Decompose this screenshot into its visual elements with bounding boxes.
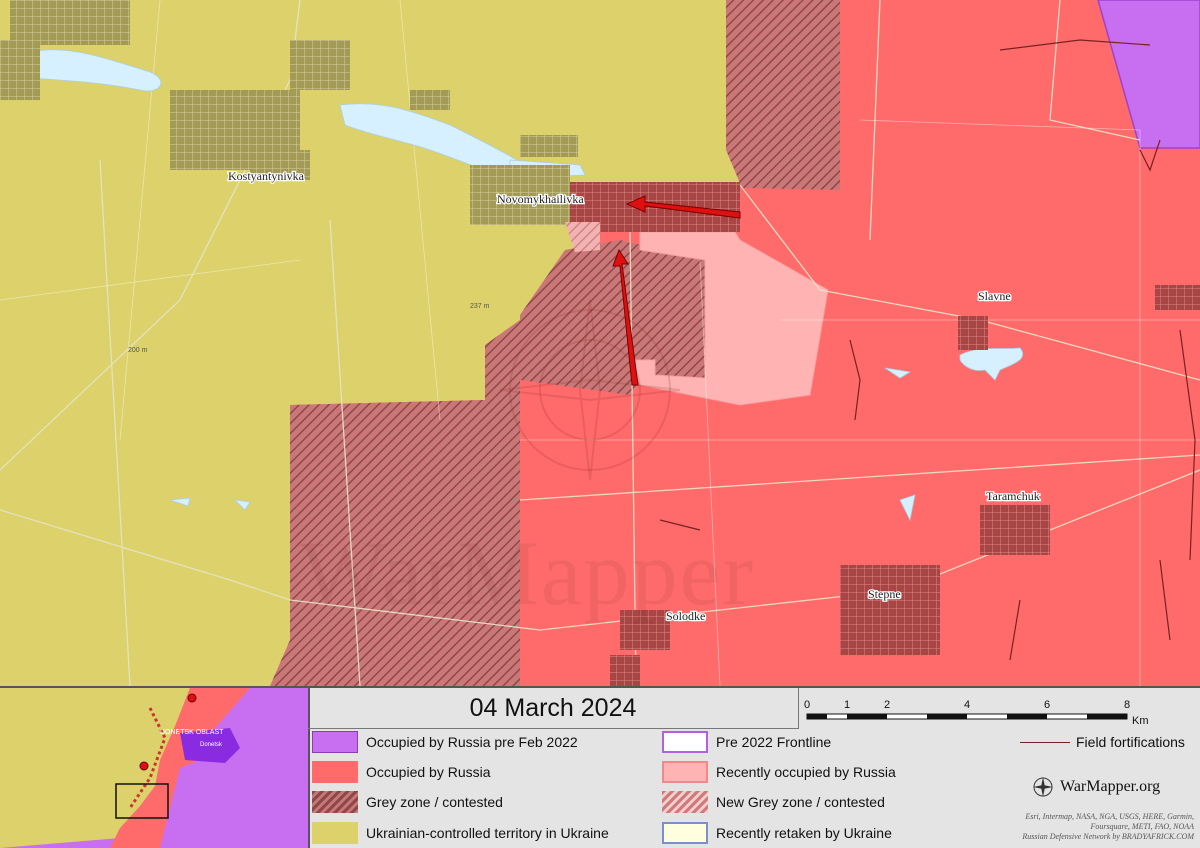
scale-tick: 2 <box>884 699 890 711</box>
legend-swatch <box>312 761 358 783</box>
place-label-novomykhailivka: Novomykhailivka <box>497 192 584 206</box>
scale-tick: 8 <box>1124 699 1130 711</box>
map-date: 04 March 2024 <box>308 688 799 729</box>
legend-item-occupied: Occupied by Russia <box>312 761 491 783</box>
watermark: WarMapper <box>300 522 756 624</box>
legend-swatch <box>312 731 358 753</box>
scale-tick: 4 <box>964 699 970 711</box>
place-label-slavne: Slavne <box>978 289 1011 303</box>
place-label-kostyantynivka: Kostyantynivka <box>228 169 305 183</box>
scale-unit: Km <box>1132 715 1149 727</box>
legend-item-field-fortifications: Field fortifications <box>1020 734 1185 750</box>
legend-swatch <box>662 791 708 813</box>
elevation-label: 200 m <box>128 347 148 354</box>
place-label-taramchuk: Taramchuk <box>986 489 1040 503</box>
legend-swatch <box>662 731 708 753</box>
scale-bar: 0 1 2 4 6 8 Km <box>804 699 1149 727</box>
legend-item-new-grey-zone: New Grey zone / contested <box>662 791 885 813</box>
legend-swatch <box>662 761 708 783</box>
inset-map[interactable]: DONETSK OBLAST Donetsk <box>0 688 310 848</box>
scale-tick: 6 <box>1044 699 1050 711</box>
inset-label-donetsk: Donetsk <box>200 742 223 748</box>
legend-item-pre2022-frontline: Pre 2022 Frontline <box>662 731 831 753</box>
scale-tick: 1 <box>844 699 850 711</box>
inset-label-oblast: DONETSK OBLAST <box>160 729 224 736</box>
grey-zone-area <box>726 0 840 190</box>
legend-item-grey-zone: Grey zone / contested <box>312 791 503 813</box>
legend-swatch <box>312 822 358 844</box>
map-view: Kostyantynivka Novomykhailivka Slavne Ta… <box>0 0 1200 848</box>
brand[interactable]: WarMapper.org <box>1032 776 1160 798</box>
legend-item-recently-occupied: Recently occupied by Russia <box>662 761 896 783</box>
fortification-line-icon <box>1020 741 1070 743</box>
brand-label: WarMapper.org <box>1060 778 1161 795</box>
scale-tick: 0 <box>804 699 810 711</box>
legend-item-ukraine-controlled: Ukrainian-controlled territory in Ukrain… <box>312 822 609 844</box>
legend-item-pre2022-occupied: Occupied by Russia pre Feb 2022 <box>312 731 578 753</box>
compass-icon <box>1033 777 1053 797</box>
place-label-stepne: Stepne <box>868 587 901 601</box>
legend-swatch <box>662 822 708 844</box>
legend-item-recently-retaken: Recently retaken by Ukraine <box>662 822 892 844</box>
legend-swatch <box>312 791 358 813</box>
credits: Esri, Intermap, NASA, NGA, USGS, HERE, G… <box>1022 812 1194 841</box>
elevation-label: 237 m <box>470 303 490 310</box>
